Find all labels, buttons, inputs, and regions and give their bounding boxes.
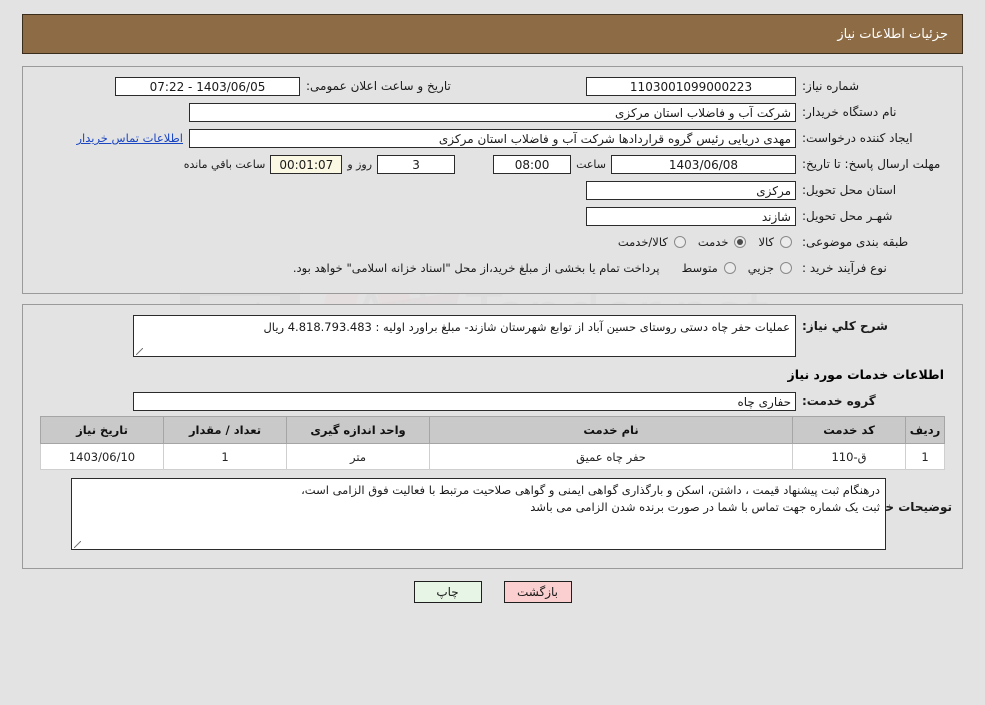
row-service-group: گروه خدمت: حفاری چاه xyxy=(33,390,952,412)
buyer-org-value: شرکت آب و فاضلاب استان مرکزی xyxy=(189,102,796,122)
deadline-time: 08:00 xyxy=(493,154,572,174)
buyer-notes-value[interactable]: درهنگام ثبت پیشنهاد قیمت ، داشتن، اسکن و… xyxy=(71,478,886,550)
radio-process-medium[interactable] xyxy=(723,262,736,274)
hour-label: ساعت xyxy=(576,157,606,171)
remaining-hours-label: ساعت باقي مانده xyxy=(183,157,266,171)
col-name: نام خدمت xyxy=(429,416,793,444)
city-value: شازند xyxy=(586,206,796,226)
services-table: ردیف کد خدمت نام خدمت واحد اندازه گیری ت… xyxy=(40,416,945,470)
table-header-row: ردیف کد خدمت نام خدمت واحد اندازه گیری ت… xyxy=(40,416,945,444)
days-word-label: روز و xyxy=(347,157,373,171)
description-value[interactable]: عملیات حفر چاه دستی روستای حسین آباد از … xyxy=(133,315,796,357)
action-button-bar: بازگشت چاپ xyxy=(0,581,985,603)
radio-process-minor-label: جزیي xyxy=(747,261,774,275)
row-process-type: نوع فرآیند خرید : جزیي متوسط پرداخت تمام… xyxy=(33,257,952,279)
cell-index: 1 xyxy=(905,443,945,470)
announce-value: 1403/06/05 - 07:22 xyxy=(115,76,300,96)
requester-label: ایجاد کننده درخواست: xyxy=(802,131,913,145)
need-number-value: 1103001099000223 xyxy=(586,76,796,96)
process-label: نوع فرآیند خرید : xyxy=(802,261,887,275)
col-date: تاریخ نیاز xyxy=(40,416,164,444)
col-code: کد خدمت xyxy=(792,416,906,444)
treasury-note: پرداخت تمام یا بخشی از مبلغ خرید،از محل … xyxy=(292,261,660,275)
cell-code: ق-110 xyxy=(792,443,906,470)
cell-unit: متر xyxy=(286,443,430,470)
days-remaining-value: 3 xyxy=(377,154,456,174)
buyer-notes-label: توضیحات خریدار: xyxy=(850,500,952,514)
description-label: شرح كلي نياز: xyxy=(802,319,888,333)
cell-name: حفر چاه عمیق xyxy=(429,443,793,470)
radio-category-goods-service[interactable] xyxy=(673,236,686,248)
buyer-contact-link[interactable]: اطلاعات تماس خریدار xyxy=(70,131,189,145)
row-need-number: شماره نیاز: 1103001099000223 تاریخ و ساع… xyxy=(33,75,952,97)
col-quantity: تعداد / مقدار xyxy=(163,416,287,444)
col-unit: واحد اندازه گیری xyxy=(286,416,430,444)
services-panel: شرح كلي نياز: عملیات حفر چاه دستی روستای… xyxy=(22,304,963,569)
radio-category-goods-service-label: کالا/خدمت xyxy=(617,235,668,249)
category-label: طبقه بندی موضوعی: xyxy=(802,235,909,249)
row-buyer-notes: توضیحات خریدار: درهنگام ثبت پیشنهاد قیمت… xyxy=(33,478,952,550)
need-info-panel: شماره نیاز: 1103001099000223 تاریخ و ساع… xyxy=(22,66,963,294)
row-category: طبقه بندی موضوعی: کالا خدمت کالا/خدمت xyxy=(33,231,952,253)
row-buyer-org: نام دستگاه خریدار: شرکت آب و فاضلاب استا… xyxy=(33,101,952,123)
announce-label: تاریخ و ساعت اعلان عمومی: xyxy=(306,79,451,93)
buyer-notes-line-2: ثبت یک شماره جهت تماس با شما در صورت برن… xyxy=(530,500,880,514)
row-province: استان محل تحویل: مرکزی xyxy=(33,179,952,201)
print-button[interactable]: چاپ xyxy=(413,581,482,603)
buyer-notes-line-1: درهنگام ثبت پیشنهاد قیمت ، داشتن، اسکن و… xyxy=(301,483,880,497)
table-row: 1 ق-110 حفر چاه عمیق متر 1 1403/06/10 xyxy=(40,443,945,470)
service-group-label: گروه خدمت: xyxy=(802,394,876,408)
cell-date: 1403/06/10 xyxy=(40,443,164,470)
requester-value: مهدی دریایی رئیس گروه قراردادها شرکت آب … xyxy=(189,128,796,148)
radio-category-goods[interactable] xyxy=(780,236,792,248)
row-city: شهـر محل تحویل: شازند xyxy=(33,205,952,227)
province-label: استان محل تحویل: xyxy=(802,183,897,197)
need-number-label: شماره نیاز: xyxy=(802,79,859,93)
radio-category-service-label: خدمت xyxy=(697,235,729,249)
radio-category-service[interactable] xyxy=(734,236,747,248)
radio-category-goods-label: کالا xyxy=(758,235,774,249)
province-value: مرکزی xyxy=(586,180,796,200)
buyer-org-label: نام دستگاه خریدار: xyxy=(802,105,897,119)
col-index: ردیف xyxy=(905,416,945,444)
page-header: جزئیات اطلاعات نیاز xyxy=(22,14,963,54)
services-heading: اطلاعات خدمات مورد نیاز xyxy=(787,367,945,382)
back-button[interactable]: بازگشت xyxy=(503,581,572,603)
page-title: جزئیات اطلاعات نیاز xyxy=(837,26,948,42)
countdown-value: 00:01:07 xyxy=(270,154,343,174)
city-label: شهـر محل تحویل: xyxy=(802,209,893,223)
radio-process-medium-label: متوسط xyxy=(681,261,718,275)
deadline-label: مهلت ارسال پاسخ: تا تاریخ: xyxy=(802,157,941,171)
row-description: شرح كلي نياز: عملیات حفر چاه دستی روستای… xyxy=(33,315,952,357)
row-deadline: مهلت ارسال پاسخ: تا تاریخ: 1403/06/08 سا… xyxy=(33,153,952,175)
deadline-date: 1403/06/08 xyxy=(611,154,796,174)
cell-quantity: 1 xyxy=(163,443,287,470)
service-group-value: حفاری چاه xyxy=(133,391,796,411)
radio-process-minor[interactable] xyxy=(780,262,792,274)
row-requester: ایجاد کننده درخواست: مهدی دریایی رئیس گر… xyxy=(33,127,952,149)
